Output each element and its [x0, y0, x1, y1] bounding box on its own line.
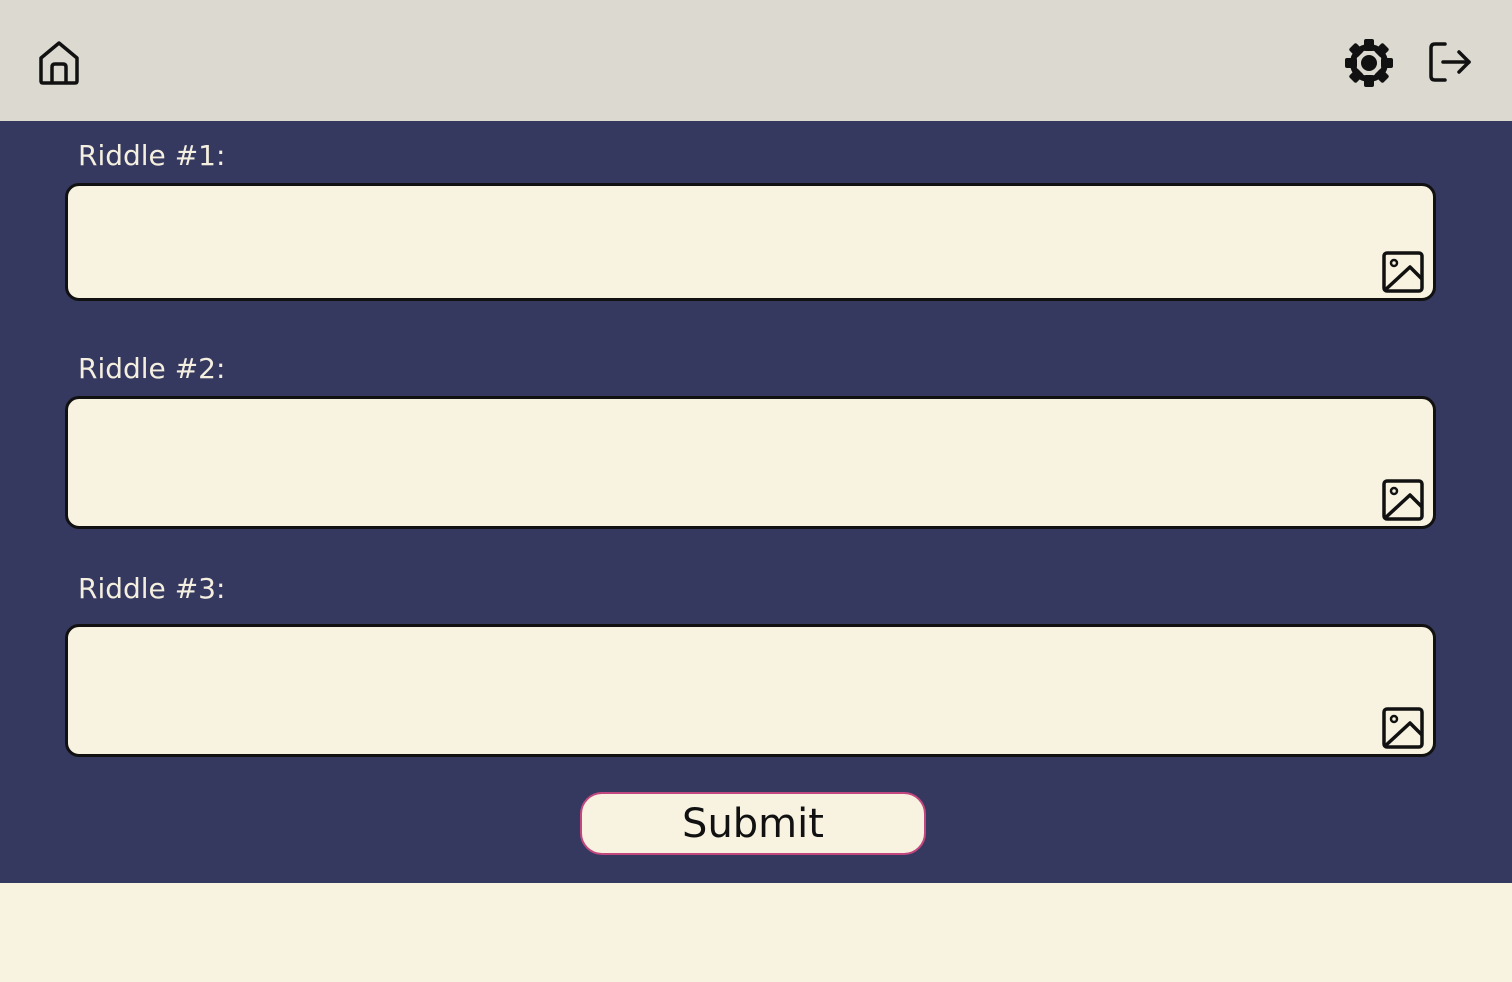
riddle-2-input[interactable]: [84, 411, 1363, 514]
riddle-3-label: Riddle #3:: [78, 572, 226, 605]
home-icon: [39, 41, 79, 85]
riddle-3-image-button[interactable]: [1381, 706, 1425, 750]
riddle-3-field[interactable]: [65, 624, 1436, 757]
footer: [0, 883, 1512, 982]
riddle-1-label: Riddle #1:: [78, 139, 226, 172]
riddle-2-field[interactable]: [65, 396, 1436, 529]
logout-icon: [1429, 42, 1471, 82]
riddle-1-field[interactable]: [65, 183, 1436, 301]
riddle-2-label: Riddle #2:: [78, 352, 226, 385]
image-icon: [1382, 707, 1424, 749]
logout-button[interactable]: [1424, 36, 1476, 88]
home-button[interactable]: [34, 36, 84, 88]
image-icon: [1382, 251, 1424, 293]
top-bar: [0, 0, 1512, 121]
settings-button[interactable]: [1340, 34, 1398, 92]
riddle-2-image-button[interactable]: [1381, 478, 1425, 522]
gear-icon: [1345, 39, 1393, 87]
riddle-form: Riddle #1: Riddle #2: Riddle #3:: [0, 121, 1512, 883]
riddle-1-input[interactable]: [84, 198, 1363, 286]
submit-button[interactable]: Submit: [580, 792, 926, 855]
riddle-1-image-button[interactable]: [1381, 250, 1425, 294]
riddle-3-input[interactable]: [84, 639, 1363, 742]
image-icon: [1382, 479, 1424, 521]
